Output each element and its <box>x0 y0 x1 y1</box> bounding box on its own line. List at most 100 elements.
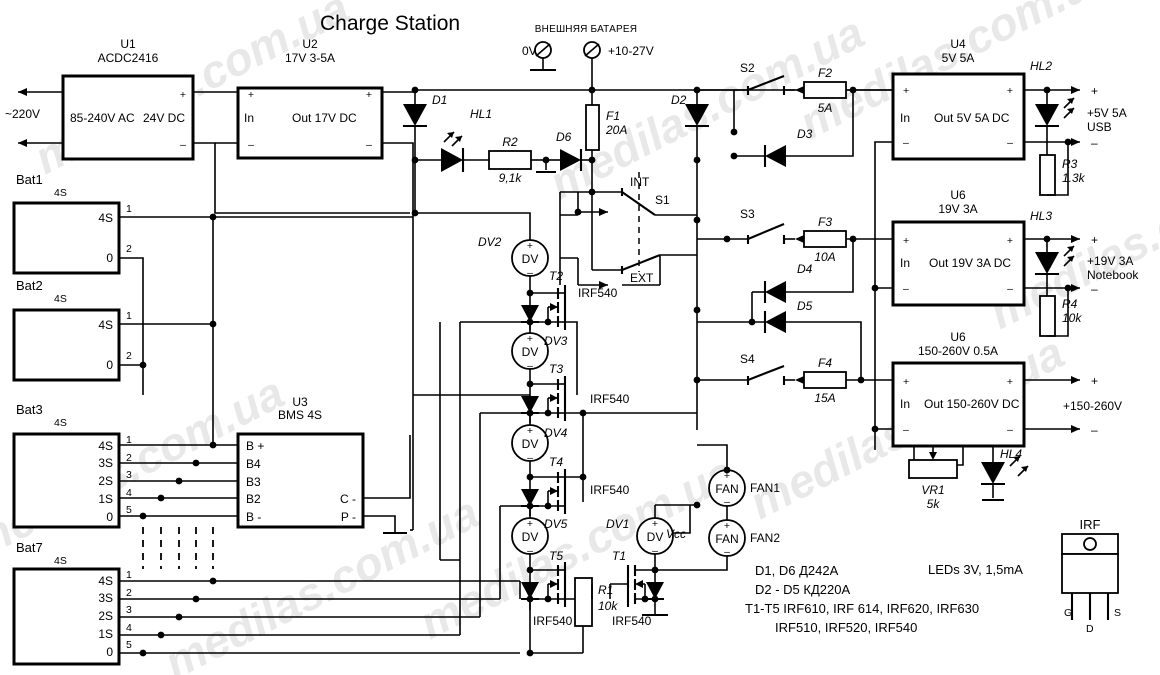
d3-ref: D3 <box>797 127 813 141</box>
page-title: Charge Station <box>320 12 460 35</box>
s1-int-label: INT <box>630 175 650 189</box>
u6b-plus-out: + <box>1007 376 1013 388</box>
r2-ref: R2 <box>502 135 518 149</box>
hl2-ref: HL2 <box>1030 59 1052 73</box>
u2-plus-out: + <box>366 89 372 101</box>
bat3-pin-2s: 2S <box>98 474 113 488</box>
u6a-spec: 19V 3A <box>938 202 977 216</box>
u6a-in-label: In <box>900 256 910 270</box>
u6a-output: +19V 3A <box>1087 254 1133 268</box>
u3-ref: U3 <box>292 395 308 409</box>
u2-minus-in: – <box>248 139 254 151</box>
u4-output: +5V 5A <box>1087 106 1127 120</box>
u2-minus-out: – <box>366 139 372 151</box>
r1-value: 10k <box>598 599 618 613</box>
bat7-pin-3s: 3S <box>98 591 113 605</box>
bat2-ref: Bat2 <box>16 278 43 293</box>
bat3-pin-0: 0 <box>106 510 113 524</box>
f4-value: 15A <box>814 391 835 405</box>
s1-ref: S1 <box>655 193 670 207</box>
fan2-label: FAN <box>715 532 738 546</box>
bat1-num-2: 2 <box>126 243 132 255</box>
u4-out-label: Out 5V 5A DC <box>934 111 1010 125</box>
u2-out-label: Out 17V DC <box>292 111 357 125</box>
u6b-out-minus-sym: – <box>1091 423 1098 437</box>
u6b-out-plus-sym: + <box>1091 374 1098 388</box>
dv1-vcc-label: Vcc <box>666 527 686 541</box>
dv1-plus: + <box>652 518 658 530</box>
vr1-value: 5k <box>927 497 941 511</box>
u6b-in-label: In <box>900 397 910 411</box>
vr1-ref: VR1 <box>921 483 944 497</box>
u2-spec: 17V 3-5A <box>285 51 335 65</box>
d2-ref: D2 <box>671 93 687 107</box>
bat7-pin-2s: 2S <box>98 609 113 623</box>
terminal-pos-label: +10-27V <box>608 44 654 58</box>
u3-pin-pminus: P - <box>341 510 356 524</box>
note-line-2: D2 - D5 КД220А <box>755 582 850 597</box>
r4-ref: R4 <box>1062 297 1078 311</box>
u6b-spec: 150-260V 0.5A <box>918 344 998 358</box>
f3-ref: F3 <box>818 215 832 229</box>
bat7-num-1: 1 <box>126 569 132 581</box>
u2-plus-in: + <box>248 89 254 101</box>
u6b-minus-in: – <box>903 424 909 436</box>
t4-ref: T4 <box>549 455 563 469</box>
bat1-spec: 4S <box>54 187 67 199</box>
note-line-4: IRF510, IRF520, IRF540 <box>775 620 917 635</box>
f4-ref: F4 <box>818 356 832 370</box>
u3-pin-b2: B2 <box>246 492 261 506</box>
dv1-ref: DV1 <box>606 517 629 531</box>
fan2-ref: FAN2 <box>750 531 780 545</box>
dv1-label: DV <box>647 530 664 544</box>
u3-pin-b3: B3 <box>246 475 261 489</box>
f2-ref: F2 <box>818 66 832 80</box>
dv4-ref: DV4 <box>544 426 568 440</box>
u4-out-minus-sym: – <box>1091 136 1098 150</box>
t1-type: IRF540 <box>612 614 652 628</box>
u6b-out-label: Out 150-260V DC <box>924 397 1020 411</box>
u4-output2: USB <box>1087 120 1112 134</box>
u6a-minus-in: – <box>903 283 909 295</box>
dv4-plus: + <box>527 425 533 437</box>
bat2-num-1: 1 <box>126 310 132 322</box>
s3-ref: S3 <box>740 207 755 221</box>
bat2-pin-4s: 4S <box>98 318 113 332</box>
bat3-num-5: 5 <box>126 504 132 516</box>
t2-type: IRF540 <box>578 286 618 300</box>
u4-plus-out: + <box>1007 85 1013 97</box>
u6a-out-plus-sym: + <box>1091 233 1098 247</box>
branch-19v: S3 F3 10A D4 D5 <box>697 207 893 380</box>
u1-ref: U1 <box>120 37 136 51</box>
dv3-plus: + <box>527 333 533 345</box>
u2-ref: U2 <box>302 37 318 51</box>
u3-spec: BMS 4S <box>278 408 322 422</box>
u4-ref: U4 <box>950 37 966 51</box>
u3-pin-cminus: C - <box>340 492 356 506</box>
u1-mains-label: ~220V <box>5 107 40 121</box>
d5-ref: D5 <box>797 299 813 313</box>
u6a-plus-out: + <box>1007 235 1013 247</box>
bat3-num-3: 3 <box>126 469 132 481</box>
external-battery-heading: ВНЕШНЯЯ БАТАРЕЯ <box>535 24 637 35</box>
bat1-pin-4s: 4S <box>98 211 113 225</box>
irf-package-symbol: IRF G D S <box>1061 517 1121 635</box>
u1-minus: – <box>180 139 186 151</box>
bat3-spec: 4S <box>54 417 67 429</box>
dv2-ref: DV2 <box>478 235 502 249</box>
bat3-pin-3s: 3S <box>98 456 113 470</box>
bat1-pin-0: 0 <box>106 251 113 265</box>
bat3-ref: Bat3 <box>16 402 43 417</box>
diode-d1: D1 <box>403 90 447 217</box>
dv5-ref: DV5 <box>544 517 568 531</box>
bat7-num-3: 3 <box>126 604 132 616</box>
u1-plus: + <box>180 89 186 101</box>
led-note: LEDs 3V, 1,5mA <box>928 562 1023 577</box>
note-line-3: T1-T5 IRF610, IRF 614, IRF620, IRF630 <box>745 601 979 616</box>
bat1-ref: Bat1 <box>16 172 43 187</box>
s4-ref: S4 <box>740 352 755 366</box>
led-hl2-group: HL2 R3 1.3k <box>1030 59 1086 196</box>
branch-hv: S4 F4 15A <box>697 352 893 405</box>
u6a-out-minus-sym: – <box>1091 282 1098 296</box>
module-u6-hv: U6 150-260V 0.5A + – + – In Out 150-260V… <box>871 330 1122 448</box>
